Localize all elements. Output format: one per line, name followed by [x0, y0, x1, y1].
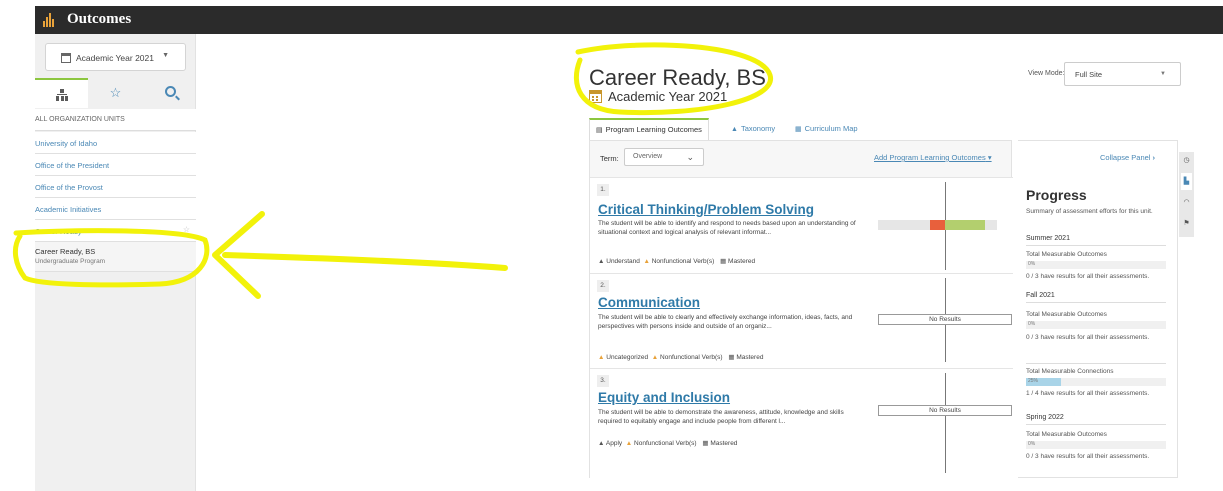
sidebar-item-academic-initiatives[interactable]: Academic Initiatives [35, 198, 196, 220]
progress-bar: 0% [1026, 321, 1166, 329]
outcome-title[interactable]: Communication [598, 295, 700, 310]
no-results-box: No Results [878, 405, 1012, 416]
annotation-arrow-head [212, 211, 265, 299]
warning-triangle-icon: ▲ [625, 440, 633, 447]
grid-icon: ▦ [728, 354, 735, 361]
tab-taxonomy[interactable]: ▲ Taxonomy [731, 118, 775, 140]
outcome-row: 3. Equity and Inclusion The student will… [590, 368, 1013, 478]
results-bar-red [930, 220, 945, 230]
main-tabs: ▤ Program Learning Outcomes ▲ Taxonomy ▦ Cu… [589, 118, 1011, 140]
outcome-tags: ▲ Understand ▲ Nonfunctional Verb(s) ▦ M… [598, 258, 756, 265]
metric-note: 1 / 4 have results for all their assessm… [1026, 390, 1150, 397]
search-icon [165, 86, 176, 97]
logo-icon [43, 13, 55, 27]
sidebar-item-university[interactable]: University of Idaho [35, 132, 196, 154]
star-icon: ☆ [109, 85, 122, 100]
no-results-box: No Results [878, 314, 1012, 325]
collapse-panel-button[interactable]: Collapse Panel › [1100, 153, 1155, 162]
view-mode-select[interactable]: Full Site ▼ [1064, 62, 1181, 86]
sidebar-item-selected[interactable]: Career Ready, BS Undergraduate Program [35, 242, 196, 272]
metric-label: Total Measurable Outcomes [1026, 251, 1107, 258]
progress-bar: 0% [1026, 261, 1166, 269]
grid-icon: ▦ [795, 126, 802, 133]
flag-icon[interactable]: ⚑ [1181, 215, 1192, 232]
metric-label: Total Measurable Outcomes [1026, 431, 1107, 438]
all-units-label: ALL ORGANIZATION UNITS [35, 109, 196, 131]
app-title: Outcomes [67, 11, 132, 27]
grid-icon: ▦ [702, 440, 709, 447]
metric-note: 0 / 3 have results for all their assessm… [1026, 273, 1150, 280]
sidebar-item-president[interactable]: Office of the President [35, 154, 196, 176]
metric-note: 0 / 3 have results for all their assessm… [1026, 334, 1150, 341]
results-bar-green [945, 220, 985, 230]
tab-search[interactable] [143, 78, 196, 108]
term-select[interactable]: Overview ⌄ [624, 148, 704, 166]
warning-triangle-icon: ▲ [643, 258, 650, 265]
warning-triangle-icon: ▲ [598, 354, 605, 361]
warning-triangle-icon: ▲ [651, 354, 659, 361]
metric-label: Total Measurable Connections [1026, 368, 1114, 375]
term-label: Term: [600, 154, 619, 163]
sidebar-tabs: ☆ [35, 78, 196, 108]
outcome-tags: ▲ Uncategorized ▲ Nonfunctional Verb(s) … [598, 354, 764, 361]
sidebar: Academic Year 2021 ▼ ☆ ALL ORGANIZATION … [35, 34, 196, 491]
outcome-title[interactable]: Equity and Inclusion [598, 390, 730, 405]
page-title: Career Ready, BS [589, 65, 766, 90]
outcome-title[interactable]: Critical Thinking/Problem Solving [598, 202, 814, 217]
progress-bar: 0% [1026, 441, 1166, 449]
term-heading: Summer 2021 [1026, 235, 1070, 242]
sidebar-item-provost[interactable]: Office of the Provost [35, 176, 196, 198]
metric-label: Total Measurable Outcomes [1026, 311, 1107, 318]
progress-panel: Collapse Panel › Progress Summary of ass… [1018, 140, 1178, 478]
triangle-icon: ▲ [598, 258, 605, 265]
term-heading: Fall 2021 [1026, 292, 1055, 299]
outcome-row: 1. Critical Thinking/Problem Solving The… [590, 177, 1013, 273]
list-icon: ▤ [596, 127, 603, 134]
academic-year-select[interactable]: Academic Year 2021 ▼ [45, 43, 186, 71]
annotation-arrow-shaft [222, 252, 508, 271]
chevron-right-icon: › [1152, 153, 1156, 162]
progress-bar: 25% [1026, 378, 1166, 386]
chevron-down-icon: ⌄ [686, 152, 694, 162]
outcome-description: The student will be able to identify and… [598, 220, 856, 236]
caret-down-icon: ▼ [162, 52, 169, 59]
divider-line [945, 373, 946, 473]
tab-program-learning-outcomes[interactable]: ▤ Program Learning Outcomes [589, 118, 709, 140]
add-outcomes-link[interactable]: Add Program Learning Outcomes ▾ [874, 153, 992, 162]
tab-curriculum-map[interactable]: ▦ Curriculum Map [795, 118, 858, 140]
outcome-description: The student will be able to clearly and … [598, 314, 853, 330]
outcomes-panel: Term: Overview ⌄ Add Program Learning Ou… [589, 140, 1013, 478]
sidebar-item-career-ready[interactable]: Career Ready ☆ [35, 220, 196, 242]
calendar-icon [61, 53, 71, 63]
gauge-icon[interactable]: ◠ [1181, 194, 1192, 211]
top-bar: Outcomes [35, 6, 1223, 34]
caret-down-icon: ▼ [1160, 71, 1166, 77]
progress-title: Progress [1026, 187, 1087, 203]
triangle-icon: ▲ [598, 440, 605, 447]
app-window: { "app": { "title": "Outcomes" }, "sideb… [0, 0, 1223, 491]
metric-note: 0 / 3 have results for all their assessm… [1026, 453, 1150, 460]
triangle-icon: ▲ [731, 126, 738, 133]
calendar-icon [589, 90, 602, 103]
org-chart-icon [56, 89, 68, 101]
outcome-description: The student will be able to demonstrate … [598, 409, 844, 425]
outcome-row: 2. Communication The student will be abl… [590, 273, 1013, 368]
chart-icon[interactable]: ▙ [1181, 173, 1192, 190]
view-mode-label: View Mode: [1028, 70, 1065, 77]
side-icon-strip: ◷ ▙ ◠ ⚑ [1179, 152, 1194, 237]
favorite-star-icon[interactable]: ☆ [183, 225, 190, 234]
tab-org-tree[interactable] [35, 78, 88, 108]
outcome-tags: ▲ Apply ▲ Nonfunctional Verb(s) ▦ Master… [598, 440, 738, 447]
grid-icon: ▦ [720, 258, 727, 265]
term-heading: Spring 2022 [1026, 414, 1064, 421]
tab-favorites[interactable]: ☆ [89, 78, 142, 108]
clock-icon[interactable]: ◷ [1181, 152, 1192, 169]
page-subtitle: Academic Year 2021 [608, 89, 728, 104]
results-bar [878, 220, 997, 230]
progress-summary: Summary of assessment efforts for this u… [1026, 208, 1153, 215]
